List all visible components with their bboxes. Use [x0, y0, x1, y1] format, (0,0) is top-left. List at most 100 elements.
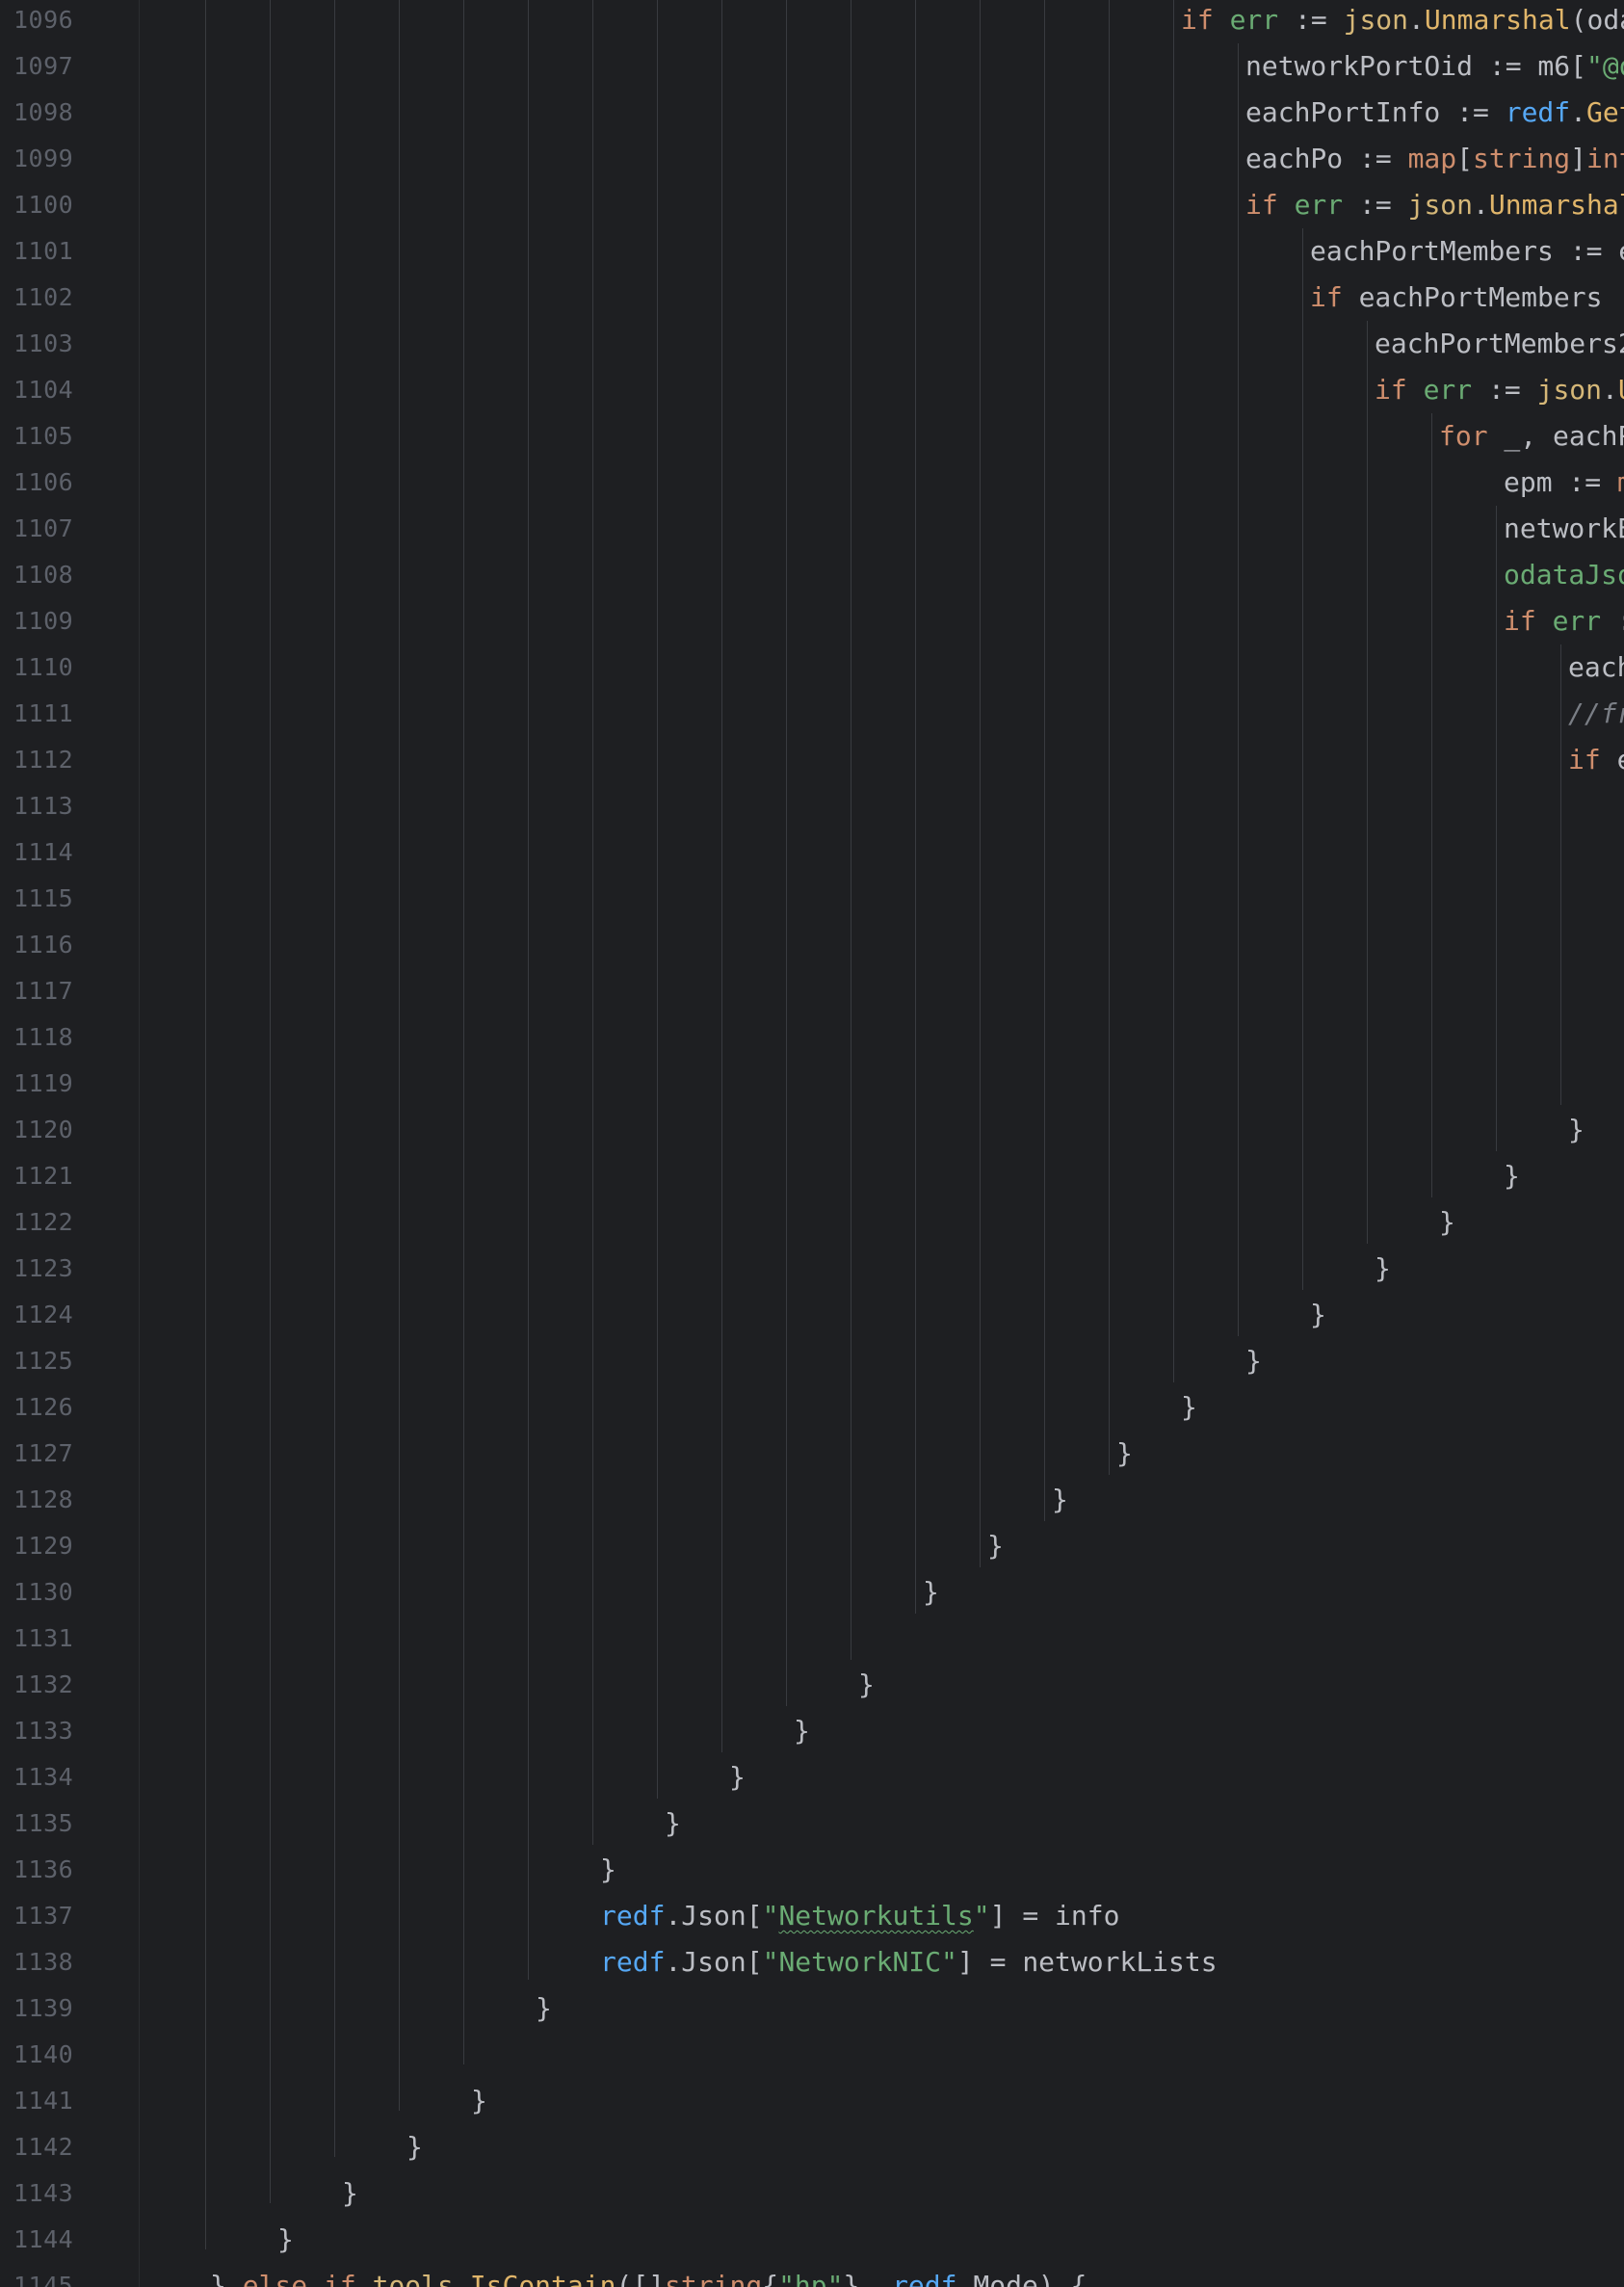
line-number[interactable]: 1118 [13, 1014, 73, 1061]
line-number[interactable]: 1109 [13, 598, 73, 644]
code-line[interactable]: } [1568, 1107, 1585, 1153]
line-number[interactable]: 1119 [13, 1061, 73, 1107]
code-line[interactable]: if err := json.Unmarshal [1245, 182, 1624, 228]
line-number[interactable]: 1125 [13, 1338, 73, 1384]
code-line[interactable]: } [1375, 1246, 1391, 1292]
line-number[interactable]: 1121 [13, 1153, 73, 1199]
code-line[interactable]: } [277, 2217, 294, 2263]
code-token: } [342, 2177, 358, 2209]
code-line[interactable]: epm := m [1504, 460, 1624, 506]
line-number[interactable]: 1145 [13, 2263, 73, 2287]
line-number[interactable]: 1115 [13, 876, 73, 922]
line-number[interactable]: 1098 [13, 90, 73, 136]
line-number[interactable]: 1140 [13, 2032, 73, 2078]
line-number[interactable]: 1131 [13, 1616, 73, 1662]
code-line[interactable]: } [1052, 1477, 1068, 1523]
code-token: . [453, 2270, 470, 2287]
line-number[interactable]: 1100 [13, 182, 73, 228]
code-line[interactable]: each [1568, 644, 1624, 691]
code-line[interactable]: } [729, 1754, 746, 1801]
line-number[interactable]: 1102 [13, 275, 73, 321]
line-number[interactable]: 1142 [13, 2124, 73, 2170]
code-line[interactable]: networkPortOid := m6["@o [1245, 43, 1624, 90]
line-number[interactable]: 1137 [13, 1893, 73, 1939]
line-number-gutter[interactable]: 1096 1097 1098 1099 1100 1101 1102 1103 1104 1105… [0, 0, 96, 2287]
line-number[interactable]: 1144 [13, 2217, 73, 2263]
code-line[interactable]: eachPo := map[string]int [1245, 136, 1624, 182]
line-number[interactable]: 1099 [13, 136, 73, 182]
code-editor[interactable]: 1096 1097 1098 1099 1100 1101 1102 1103 1104 1105… [0, 0, 1624, 2287]
code-line[interactable]: } [794, 1708, 810, 1754]
line-number[interactable]: 1129 [13, 1523, 73, 1569]
code-line[interactable]: for _, eachP [1439, 413, 1624, 460]
line-number[interactable]: 1104 [13, 367, 73, 413]
code-line[interactable]: redf.Json["Networkutils"] = info [600, 1893, 1119, 1939]
line-number[interactable]: 1122 [13, 1199, 73, 1246]
code-line[interactable]: networkE [1504, 506, 1624, 552]
code-line[interactable]: } [987, 1523, 1004, 1569]
line-number[interactable]: 1114 [13, 829, 73, 876]
code-line[interactable]: } [858, 1662, 875, 1708]
code-line[interactable]: } [923, 1569, 939, 1616]
line-number[interactable]: 1128 [13, 1477, 73, 1523]
code-line[interactable]: odataJso [1504, 552, 1624, 598]
line-number[interactable]: 1096 [13, 0, 73, 43]
line-number[interactable]: 1105 [13, 413, 73, 460]
code-line[interactable]: } [406, 2124, 423, 2170]
indent-guide [592, 0, 593, 1845]
code-line[interactable]: } [1116, 1431, 1133, 1477]
line-number[interactable]: 1127 [13, 1431, 73, 1477]
code-token: } [1375, 1252, 1391, 1284]
code-line[interactable]: if eachPortMembers ! [1310, 275, 1624, 321]
line-number[interactable]: 1133 [13, 1708, 73, 1754]
code-line[interactable]: if err : [1504, 598, 1624, 644]
line-number[interactable]: 1136 [13, 1847, 73, 1893]
line-number[interactable]: 1124 [13, 1292, 73, 1338]
line-number[interactable]: 1107 [13, 506, 73, 552]
code-line[interactable]: } [1181, 1384, 1197, 1431]
code-line[interactable]: redf.Json["NetworkNIC"] = networkLists [600, 1939, 1218, 1985]
indent-guide [915, 0, 916, 1614]
line-number[interactable]: 1126 [13, 1384, 73, 1431]
code-line[interactable]: } [1245, 1338, 1262, 1384]
line-number[interactable]: 1111 [13, 691, 73, 737]
code-line[interactable]: } [665, 1801, 681, 1847]
line-number[interactable]: 1097 [13, 43, 73, 90]
code-line[interactable]: eachPortMembers2 [1375, 321, 1624, 367]
line-number[interactable]: 1110 [13, 644, 73, 691]
line-number[interactable]: 1112 [13, 737, 73, 783]
line-number[interactable]: 1139 [13, 1985, 73, 2032]
line-number[interactable]: 1143 [13, 2170, 73, 2217]
line-number[interactable]: 1113 [13, 783, 73, 829]
line-number[interactable]: 1117 [13, 968, 73, 1014]
code-line[interactable]: } [1310, 1292, 1326, 1338]
code-line[interactable]: //fr [1568, 691, 1624, 737]
line-number[interactable]: 1103 [13, 321, 73, 367]
code-line[interactable]: if err := json.Unmarshal(oda [1181, 0, 1624, 43]
line-number[interactable]: 1108 [13, 552, 73, 598]
code-line[interactable]: } [471, 2078, 487, 2124]
line-number[interactable]: 1106 [13, 460, 73, 506]
line-number[interactable]: 1123 [13, 1246, 73, 1292]
line-number[interactable]: 1138 [13, 1939, 73, 1985]
line-number[interactable]: 1116 [13, 922, 73, 968]
code-line[interactable]: eachPortInfo := redf.Get [1245, 90, 1624, 136]
line-number[interactable]: 1135 [13, 1801, 73, 1847]
line-number[interactable]: 1101 [13, 228, 73, 275]
code-line[interactable]: } else if tools.IsContain([]string{"hp"}… [210, 2263, 1087, 2287]
line-number[interactable]: 1141 [13, 2078, 73, 2124]
code-line[interactable]: } [342, 2170, 358, 2217]
line-number[interactable]: 1130 [13, 1569, 73, 1616]
line-number[interactable]: 1120 [13, 1107, 73, 1153]
code-line[interactable]: } [1439, 1199, 1455, 1246]
code-line[interactable]: eachPortMembers := e [1310, 228, 1624, 275]
code-line[interactable]: } [536, 1985, 552, 2032]
line-number[interactable]: 1134 [13, 1754, 73, 1801]
code-line[interactable]: } [600, 1847, 616, 1893]
line-number[interactable]: 1132 [13, 1662, 73, 1708]
code-line[interactable]: if err := json.U [1375, 367, 1624, 413]
code-token: redf [600, 1900, 666, 1932]
code-token: : [1601, 605, 1624, 637]
code-line[interactable]: if e [1568, 737, 1624, 783]
code-line[interactable]: } [1504, 1153, 1520, 1199]
